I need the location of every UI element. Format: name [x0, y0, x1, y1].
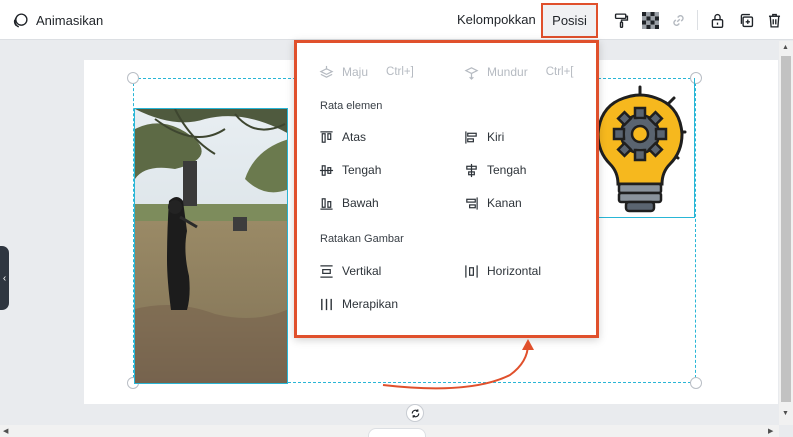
align-bottom-icon	[320, 197, 333, 210]
align-middle-icon	[319, 164, 334, 176]
resize-handle-top-left[interactable]	[127, 72, 139, 84]
align-right-icon	[466, 196, 478, 210]
distribute-vertical-icon	[320, 264, 333, 278]
align-center-icon	[466, 163, 477, 177]
forward-shortcut: Ctrl+]	[386, 66, 414, 78]
rotate-icon	[411, 408, 419, 418]
toolbar-divider	[697, 10, 698, 30]
scroll-down-arrow-icon[interactable]: ▼	[782, 410, 789, 417]
backward-label: Mundur	[487, 65, 528, 79]
backward-menu-item[interactable]: Mundur Ctrl+[	[464, 62, 573, 82]
position-label: Posisi	[552, 13, 587, 28]
group-button[interactable]: Kelompokkan	[457, 9, 536, 31]
position-button[interactable]: Posisi	[541, 3, 598, 38]
distribute-vertical-label: Vertikal	[342, 264, 382, 278]
link-icon[interactable]	[668, 10, 688, 30]
align-top-label: Atas	[342, 130, 367, 144]
align-top-icon	[320, 130, 333, 143]
bottom-panel-tab[interactable]	[368, 428, 426, 437]
trash-icon[interactable]	[764, 10, 784, 30]
scroll-up-arrow-icon[interactable]: ▲	[782, 44, 789, 51]
send-backward-icon	[464, 66, 479, 80]
animate-button[interactable]: Animasikan	[12, 9, 103, 31]
editor-toolbar: Animasikan Kelompokkan Posisi	[0, 0, 793, 40]
lightbulb-gear-icon[interactable]	[590, 84, 690, 218]
animate-label: Animasikan	[36, 12, 104, 28]
align-top-item[interactable]: Atas	[319, 127, 366, 147]
distribute-horizontal-item[interactable]: Horizontal	[464, 261, 541, 281]
position-menu: Maju Ctrl+] Mundur Ctrl+[ Rata elemen At…	[294, 40, 599, 338]
align-middle-item[interactable]: Tengah	[319, 160, 381, 180]
forward-menu-item[interactable]: Maju Ctrl+]	[319, 62, 414, 82]
bring-forward-icon	[319, 65, 334, 78]
chevron-left-icon: ‹	[2, 272, 7, 284]
align-left-icon	[465, 130, 477, 144]
align-section-heading: Rata elemen	[320, 100, 383, 112]
collapse-panel-tab[interactable]: ‹	[0, 246, 9, 310]
distribute-horizontal-label: Horizontal	[487, 264, 542, 278]
scroll-left-arrow-icon[interactable]: ◀	[3, 427, 8, 435]
backward-shortcut: Ctrl+[	[545, 66, 574, 78]
photo-element[interactable]	[134, 108, 288, 384]
align-middle-label: Tengah	[342, 163, 382, 177]
align-left-item[interactable]: Kiri	[464, 127, 504, 147]
distribute-section-heading: Ratakan Gambar	[320, 233, 404, 245]
tidy-up-item[interactable]: Merapikan	[319, 294, 398, 314]
align-center-item[interactable]: Tengah	[464, 160, 526, 180]
distribute-vertical-item[interactable]: Vertikal	[319, 261, 381, 281]
duplicate-icon[interactable]	[736, 10, 756, 30]
vertical-scroll-thumb[interactable]	[781, 56, 791, 402]
lock-icon[interactable]	[707, 10, 727, 30]
distribute-horizontal-icon	[465, 264, 478, 278]
resize-handle-bottom-right[interactable]	[690, 377, 702, 389]
tidy-up-label: Merapikan	[342, 297, 399, 311]
align-bottom-item[interactable]: Bawah	[319, 193, 379, 213]
rotate-handle[interactable]	[406, 404, 424, 422]
scroll-right-arrow-icon[interactable]: ▶	[768, 427, 773, 435]
align-right-item[interactable]: Kanan	[464, 193, 522, 213]
tidy-up-icon	[321, 298, 332, 310]
align-right-label: Kanan	[487, 196, 522, 210]
align-bottom-label: Bawah	[342, 196, 379, 210]
align-center-label: Tengah	[487, 163, 527, 177]
forward-label: Maju	[342, 65, 369, 79]
animate-icon	[13, 12, 28, 28]
paint-format-icon[interactable]	[611, 10, 631, 30]
transparency-icon[interactable]	[640, 10, 660, 30]
align-left-label: Kiri	[487, 130, 505, 144]
